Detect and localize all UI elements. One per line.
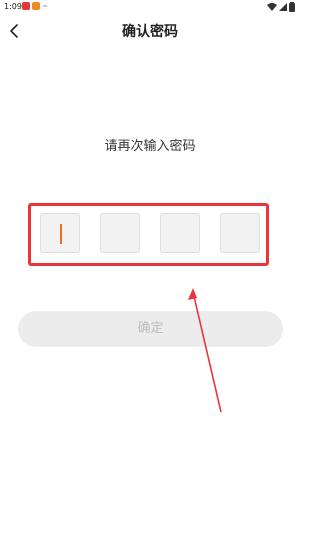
arrow-annotation	[188, 288, 222, 413]
confirm-button[interactable]: 确定	[18, 311, 283, 347]
text-cursor	[60, 224, 62, 244]
battery-icon	[289, 2, 295, 12]
pin-digit-2[interactable]	[100, 213, 140, 253]
pin-digit-3[interactable]	[160, 213, 200, 253]
pin-digit-1[interactable]	[40, 213, 80, 253]
status-time: 1:09	[4, 2, 22, 11]
notification-icon: ≈	[42, 2, 48, 10]
pin-input-row	[40, 213, 262, 255]
wifi-icon	[267, 3, 277, 11]
signal-icon	[279, 3, 287, 11]
status-right	[267, 2, 295, 12]
status-bar: 1:09 ≈	[0, 0, 300, 14]
prompt-text: 请再次输入密码	[104, 139, 196, 154]
arrow-head	[188, 288, 197, 300]
notification-icon	[22, 2, 30, 10]
notification-icon	[32, 2, 40, 10]
header: 确认密码	[0, 14, 300, 50]
pin-digit-4[interactable]	[220, 213, 260, 253]
confirm-password-screen: 1:09 ≈ 确认密码 请再次输入密码 确定	[0, 0, 300, 535]
page-title: 确认密码	[122, 24, 178, 40]
